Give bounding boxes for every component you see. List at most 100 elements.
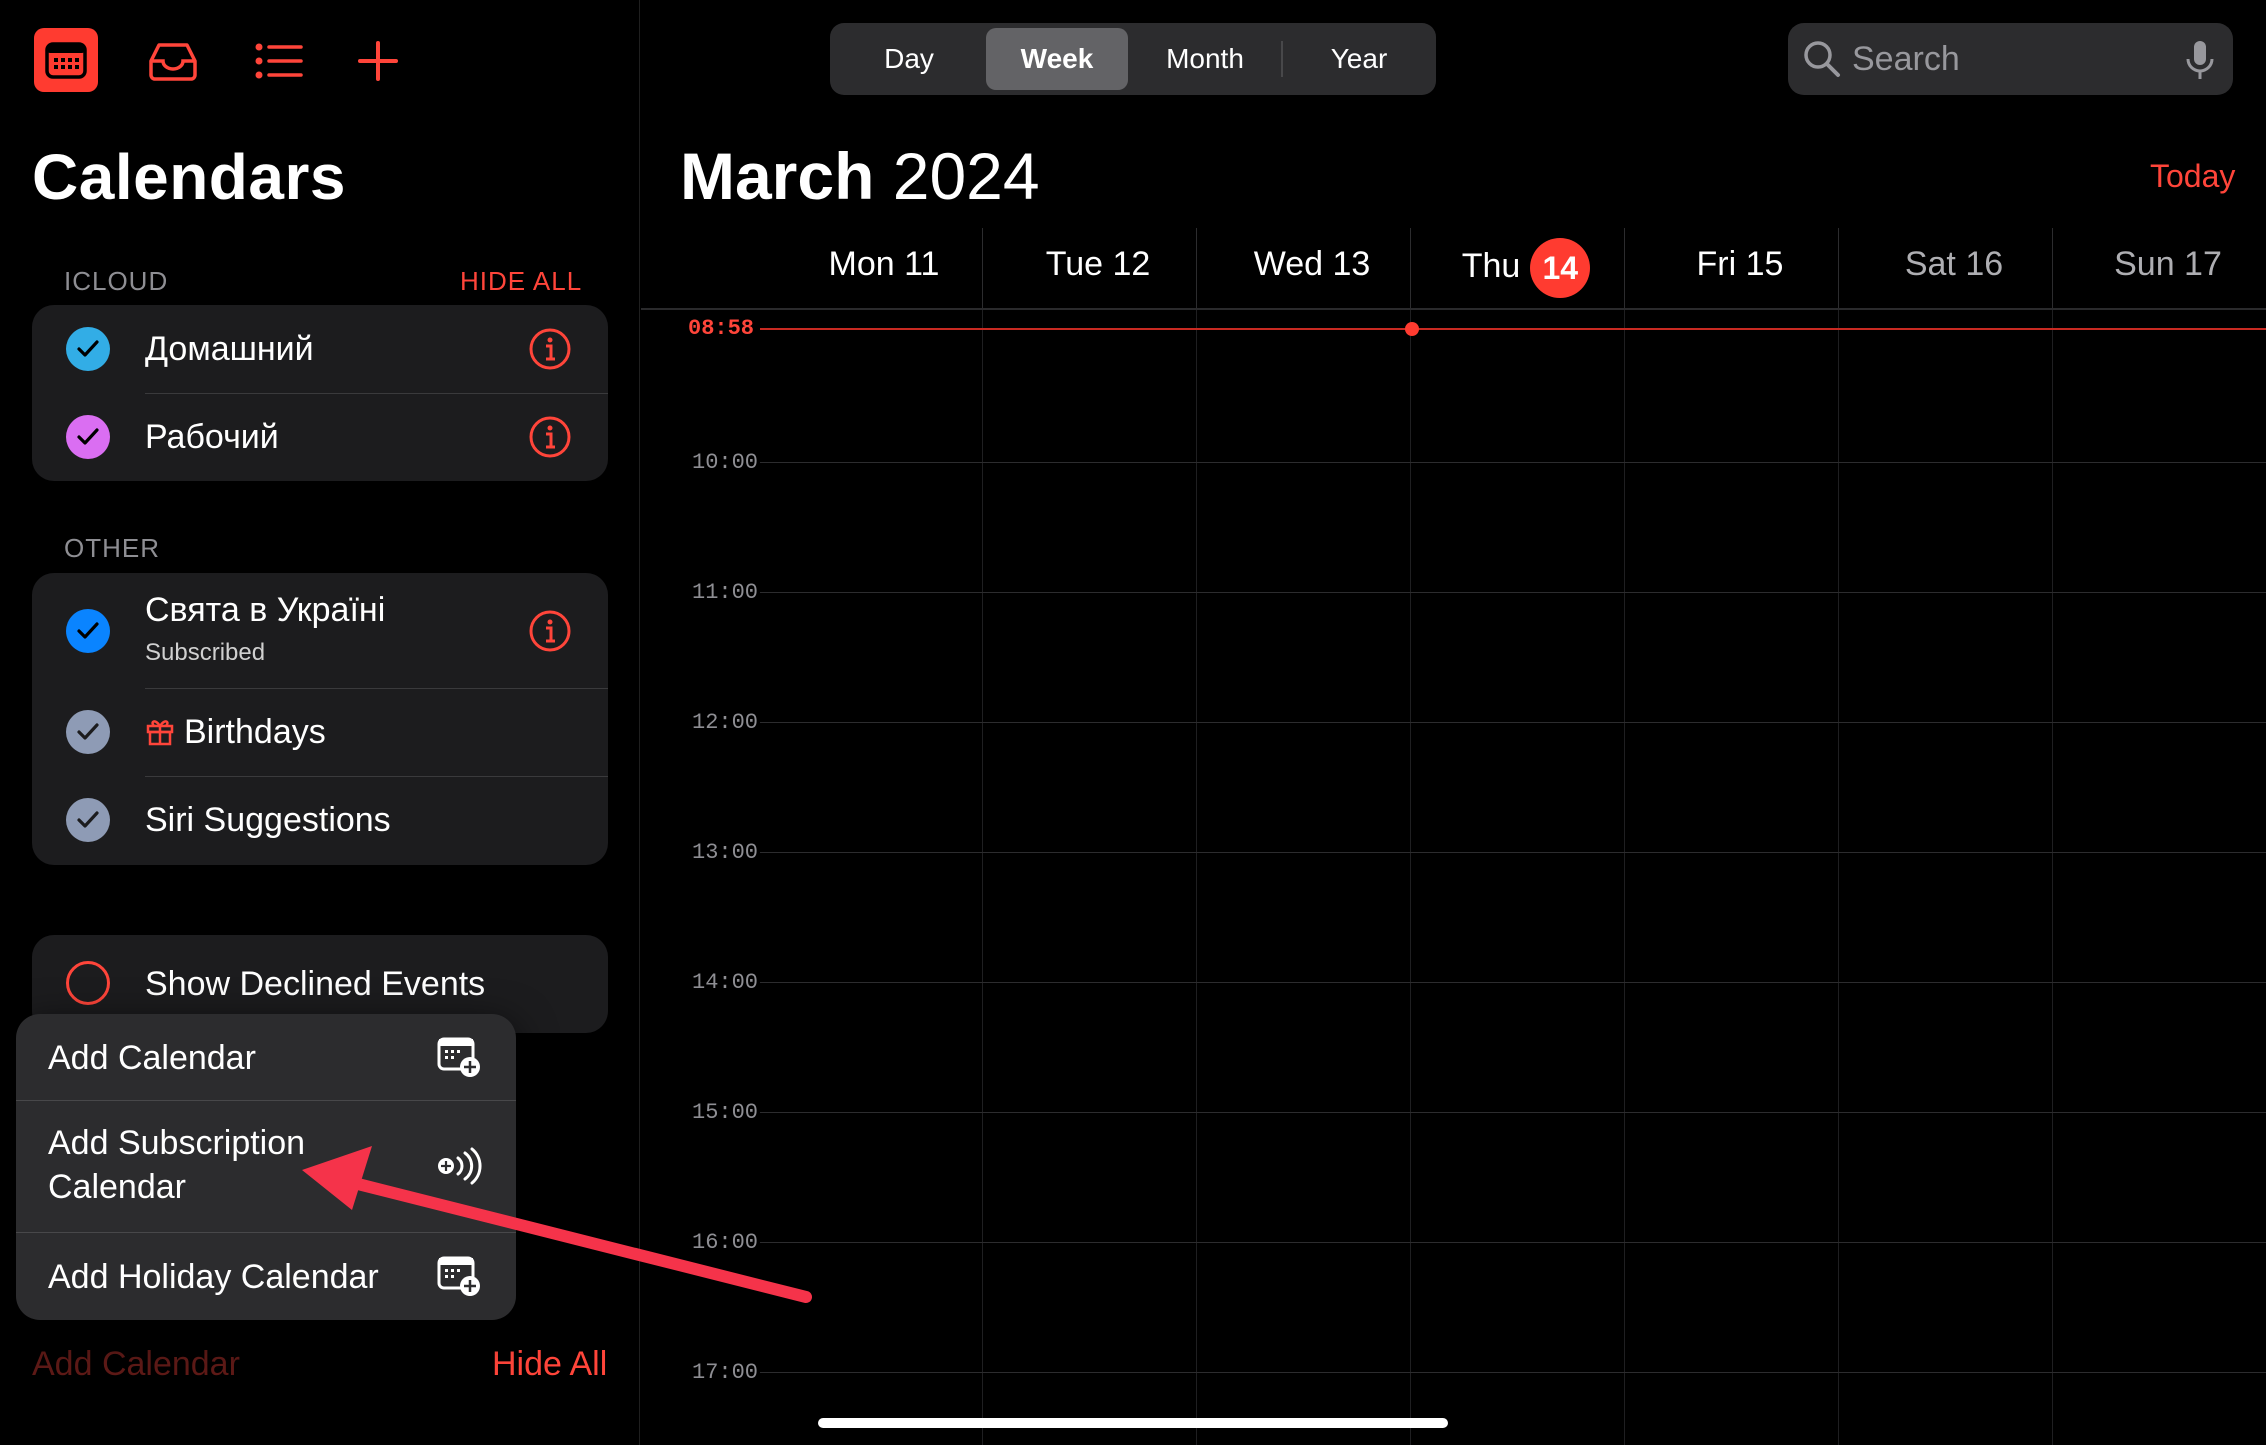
day-header-mon[interactable]: Mon 11 [777,245,991,284]
column-divider [1410,310,1411,1445]
view-switcher: Day Week Month Year [830,23,1436,95]
checkmark-icon[interactable] [66,609,110,653]
tab-month[interactable]: Month [1132,28,1278,90]
hour-label: 15:00 [692,1100,759,1125]
info-icon[interactable] [528,609,572,653]
search-bar [1788,23,2233,95]
calendar-row-siri-suggestions[interactable]: Siri Suggestions [32,776,608,865]
hour-line [760,1112,2266,1113]
menu-item-add-calendar[interactable]: Add Calendar [16,1014,516,1100]
today-button[interactable]: Today [2150,158,2235,195]
calendar-name: Рабочий [145,418,279,456]
checkmark-icon[interactable] [66,798,110,842]
today-date-badge: 14 [1530,238,1591,298]
list-icon[interactable] [245,26,315,96]
microphone-icon[interactable] [2184,39,2216,81]
inbox-icon[interactable] [138,26,208,96]
add-calendar-button[interactable]: Add Calendar [32,1345,240,1384]
day-header-sat[interactable]: Sat 16 [1847,245,2061,284]
checkmark-icon[interactable] [66,327,110,371]
calendar-icon[interactable] [34,28,98,92]
hour-line [760,982,2266,983]
segment-divider [1281,41,1283,77]
gift-icon [145,716,175,746]
header-divider [641,308,2266,310]
column-divider [1410,228,1411,308]
hour-label: 11:00 [692,580,759,605]
month-year-title: March 2024 [680,138,1040,214]
hour-label: 10:00 [692,450,759,475]
calendar-row-home[interactable]: Домашний [32,305,608,393]
hide-all-icloud-button[interactable]: HIDE ALL [460,266,582,297]
add-calendar-menu: Add Calendar Add Subscription Calendar A… [16,1014,516,1320]
home-indicator [818,1418,1448,1428]
calendar-name: Свята в Україні [145,591,386,629]
column-divider [1196,310,1197,1445]
hour-line [760,1372,2266,1373]
menu-item-label: Add Subscription [48,1124,306,1162]
calendar-row-birthdays[interactable]: Birthdays [32,688,608,776]
section-label-icloud: ICLOUD [64,266,169,296]
hour-line [760,722,2266,723]
menu-item-label: Add Holiday Calendar [48,1258,379,1296]
column-divider [982,228,983,308]
calendar-name: Birthdays [184,713,326,751]
calendar-add-icon [436,1034,482,1080]
column-divider [2052,228,2053,308]
search-icon [1802,39,1842,79]
other-calendar-group: Свята в Україні Subscribed Birthdays Sir… [32,573,608,865]
day-header-wed[interactable]: Wed 13 [1205,245,1419,284]
current-time-line [760,328,2266,330]
checkmark-icon[interactable] [66,710,110,754]
tab-week[interactable]: Week [986,28,1128,90]
hour-label: 17:00 [692,1360,759,1385]
menu-item-add-holiday-calendar[interactable]: Add Holiday Calendar [16,1233,516,1320]
hour-line [760,592,2266,593]
column-divider [982,310,983,1445]
sidebar-title: Calendars [32,141,346,213]
column-divider [1838,228,1839,308]
hour-label: 16:00 [692,1230,759,1255]
checkmark-icon[interactable] [66,415,110,459]
hide-all-button[interactable]: Hide All [492,1345,607,1384]
day-header-tue[interactable]: Tue 12 [991,245,1205,284]
column-divider [1196,228,1197,308]
calendar-name: Siri Suggestions [145,801,391,839]
calendar-name: Домашний [145,330,314,368]
hour-label: 13:00 [692,840,759,865]
column-divider [1838,310,1839,1445]
calendar-add-icon [436,1253,482,1299]
tab-day[interactable]: Day [836,28,982,90]
icloud-calendar-group: Домашний Рабочий [32,305,608,481]
menu-item-add-subscription-calendar[interactable]: Add Subscription Calendar [16,1101,516,1232]
calendar-row-work[interactable]: Рабочий [32,393,608,481]
column-divider [1624,228,1625,308]
day-header-sun[interactable]: Sun 17 [2061,245,2266,284]
column-divider [2052,310,2053,1445]
plus-icon[interactable] [343,26,413,96]
day-header-thu[interactable]: Thu 14 [1419,238,1633,298]
menu-item-label: Add Calendar [48,1039,256,1077]
calendar-row-ukraine-holidays[interactable]: Свята в Україні Subscribed [32,573,608,688]
search-input[interactable] [1850,35,2150,83]
month-label: March [680,139,875,213]
tab-year[interactable]: Year [1286,28,1432,90]
show-declined-label: Show Declined Events [145,965,486,1003]
hour-line [760,462,2266,463]
current-time-label: 08:58 [688,316,755,341]
section-label-other: OTHER [64,533,160,563]
subscription-add-icon [436,1143,482,1189]
subscribed-label: Subscribed [145,639,266,666]
day-header-fri[interactable]: Fri 15 [1633,245,1847,284]
hour-label: 12:00 [692,710,759,735]
info-icon[interactable] [528,415,572,459]
hour-line [760,852,2266,853]
hour-line [760,1242,2266,1243]
year-label: 2024 [892,139,1040,213]
menu-item-label: Calendar [48,1168,186,1206]
unchecked-circle-icon[interactable] [66,961,110,1005]
info-icon[interactable] [528,327,572,371]
current-time-dot [1405,322,1419,336]
hour-label: 14:00 [692,970,759,995]
day-label: Thu [1461,246,1521,285]
